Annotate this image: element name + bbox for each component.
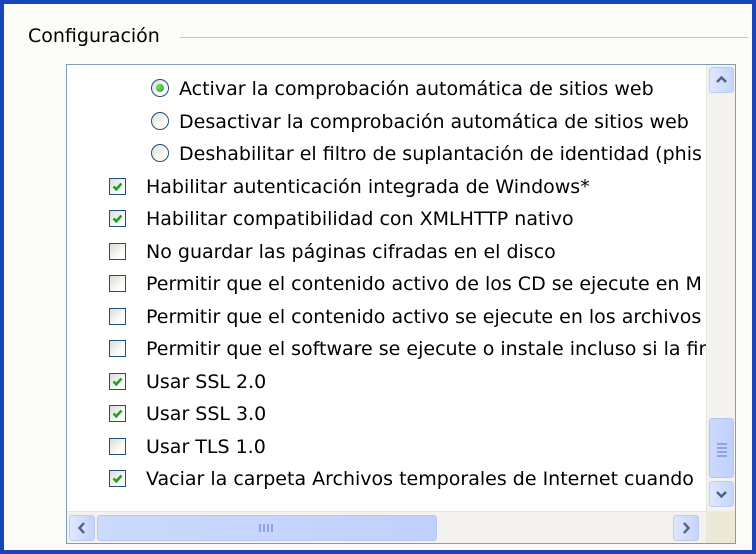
checkmark-icon (112, 474, 123, 484)
scroll-left-button[interactable] (69, 515, 95, 541)
checkbox[interactable] (109, 177, 126, 195)
checkbox-option[interactable]: Permitir que el contenido activo de los … (67, 268, 706, 300)
scroll-down-button[interactable] (709, 481, 734, 507)
option-label: Permitir que el contenido activo de los … (146, 273, 702, 295)
checkbox-option[interactable]: Usar SSL 3.0 (67, 398, 706, 430)
checkbox[interactable] (109, 242, 126, 260)
option-label: Usar SSL 3.0 (146, 403, 267, 425)
checkbox[interactable] (109, 275, 126, 292)
vertical-scrollbar[interactable] (706, 65, 735, 511)
chevron-down-icon (716, 491, 727, 499)
settings-list[interactable]: Activar la comprobación automática de si… (66, 64, 736, 544)
radio-button[interactable] (151, 144, 169, 162)
checkbox-option[interactable]: No guardar las páginas cifradas en el di… (67, 236, 706, 268)
checkbox[interactable] (109, 340, 126, 357)
checkbox-option[interactable]: Usar TLS 1.0 (67, 431, 706, 463)
radio-option[interactable]: Desactivar la comprobación automática de… (67, 106, 706, 138)
chevron-up-icon (716, 75, 727, 83)
option-label: Permitir que el contenido activo se ejec… (146, 305, 702, 328)
group-divider (180, 37, 748, 38)
option-label: Desactivar la comprobación automática de… (179, 110, 689, 133)
option-label: Habilitar autenticación integrada de Win… (146, 175, 590, 198)
option-label: Usar TLS 1.0 (146, 435, 266, 458)
option-label: Deshabilitar el filtro de suplantación d… (179, 143, 702, 165)
checkbox[interactable] (109, 210, 126, 227)
option-label: No guardar las páginas cifradas en el di… (146, 240, 556, 263)
checkbox[interactable] (109, 437, 126, 455)
checkmark-icon (112, 214, 123, 224)
radio-button[interactable] (151, 79, 169, 97)
checkbox[interactable] (109, 307, 126, 325)
option-label: Vaciar la carpeta Archivos temporales de… (146, 468, 694, 490)
checkbox[interactable] (109, 405, 126, 422)
horizontal-scrollbar[interactable] (67, 511, 706, 543)
option-label: Activar la comprobación automática de si… (179, 78, 654, 100)
checkmark-icon (112, 377, 123, 386)
option-label: Usar SSL 2.0 (146, 370, 267, 393)
radio-option[interactable]: Deshabilitar el filtro de suplantación d… (67, 138, 706, 170)
chevron-right-icon (683, 522, 691, 534)
checkbox-option[interactable]: Habilitar autenticación integrada de Win… (67, 171, 706, 203)
option-label: Permitir que el software se ejecute o in… (146, 338, 707, 360)
checkbox-option[interactable]: Habilitar compatibilidad con XMLHTTP nat… (67, 203, 706, 235)
checkbox-option[interactable]: Usar SSL 2.0 (67, 366, 706, 398)
scrollbar-corner (706, 511, 735, 543)
scroll-up-button[interactable] (709, 67, 734, 93)
group-title: Configuración (28, 24, 166, 48)
vertical-grip-icon (717, 441, 727, 459)
horizontal-grip-icon (258, 524, 274, 532)
vertical-scroll-thumb[interactable] (709, 418, 734, 478)
checkbox[interactable] (109, 372, 126, 390)
checkmark-icon (112, 409, 123, 419)
radio-button[interactable] (151, 111, 169, 130)
checkbox-option[interactable]: Permitir que el software se ejecute o in… (67, 333, 706, 365)
settings-window-frame: Configuración Activar la comprobación au… (0, 0, 756, 554)
scroll-right-button[interactable] (673, 515, 699, 541)
chevron-left-icon (77, 522, 85, 534)
checkbox-option[interactable]: Permitir que el contenido activo se ejec… (67, 301, 706, 333)
checkbox[interactable] (109, 470, 126, 487)
horizontal-scroll-thumb[interactable] (97, 515, 437, 541)
checkbox-option[interactable]: Vaciar la carpeta Archivos temporales de… (67, 463, 706, 495)
radio-option[interactable]: Activar la comprobación automática de si… (67, 73, 706, 105)
option-label: Habilitar compatibilidad con XMLHTTP nat… (146, 208, 574, 230)
checkmark-icon (112, 182, 123, 191)
radio-selected-dot-icon (156, 84, 164, 92)
